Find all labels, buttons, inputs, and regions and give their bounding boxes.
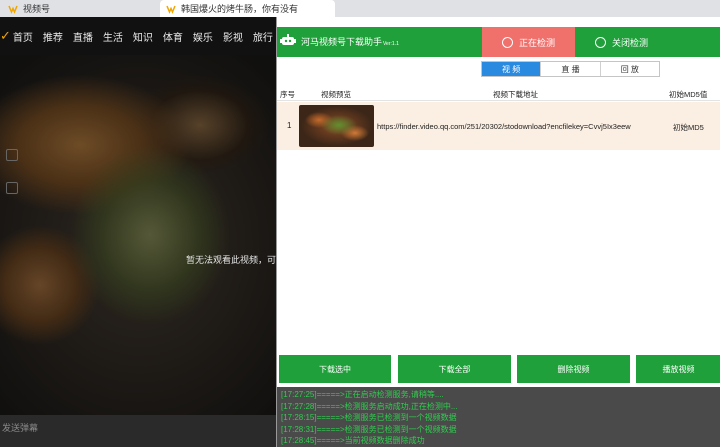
content-tabs: 视 频 直 播 回 放 [481,61,660,77]
browser-tab-strip: 视频号 韩国爆火的烤牛肠，你有没有 [0,0,720,17]
stop-icon [595,36,606,48]
video-thumbnail[interactable] [299,105,374,147]
col-index: 序号 [280,90,295,99]
log-line: [17:27:25]=====>正在启动检测服务,请稍等.... [281,390,444,399]
tab-live[interactable]: 直 播 [541,62,601,76]
nav-item-sports[interactable]: 体育 [163,29,183,44]
tab-replay[interactable]: 回 放 [600,62,659,76]
nav-item-knowledge[interactable]: 知识 [133,29,153,44]
delete-video-button[interactable]: 删除视频 [517,355,630,383]
download-selected-button[interactable]: 下载选中 [279,355,391,383]
screen: 视频号 韩国爆火的烤牛肠，你有没有 ✓ 首页 推荐 直播 生活 知识 体育 娱乐… [0,0,720,447]
browser-tab-active[interactable]: 韩国爆火的烤牛肠，你有没有 [160,0,335,17]
site-logo-icon: ✓ [0,28,11,43]
action-bar: 下载选中 下载全部 删除视频 播放视频 [277,355,720,383]
table-header: 序号 视频预览 视频下载地址 初始MD5值 [277,85,720,101]
nav-item-travel[interactable]: 旅行 [253,29,273,44]
nav-item-movies[interactable]: 影视 [223,29,243,44]
tab-video[interactable]: 视 频 [482,62,542,76]
fullscreen-icon[interactable] [6,182,18,194]
video-site: ✓ 首页 推荐 直播 生活 知识 体育 娱乐 影视 旅行 暂无法观看此视频，可 … [0,17,276,447]
danmaku-input[interactable]: 发送弹幕 [0,415,276,447]
share-icon[interactable] [6,149,18,161]
wechat-channels-icon [8,5,18,14]
play-video-button[interactable]: 播放视频 [636,355,720,383]
log-line: [17:28:31]=====>检测服务已检测到一个视频数据 [281,424,457,434]
col-md5: 初始MD5值 [669,90,708,99]
row-md5: 初始MD5 [673,123,704,132]
stop-detection-button[interactable]: 关闭检测 [575,27,720,57]
nav-item-life[interactable]: 生活 [103,29,123,44]
nav-item-live[interactable]: 直播 [73,29,93,44]
video-unavailable-message: 暂无法观看此视频，可 [186,255,276,265]
nav-item-home[interactable]: 首页 [13,29,33,44]
tool-header: 河马视频号下载助手 Ver:1.1 正在检测 关闭检测 [277,27,720,57]
tab-title: 韩国爆火的烤牛肠，你有没有 [181,4,299,14]
detecting-button[interactable]: 正在检测 [482,27,575,57]
tab-title: 视频号 [23,4,51,14]
detect-icon [501,36,513,48]
row-index: 1 [287,121,292,130]
table-row[interactable]: 1 https://finder.video.qq.com/251/20302/… [277,102,720,150]
row-url: https://finder.video.qq.com/251/20302/st… [377,122,631,131]
col-url: 视频下载地址 [493,90,538,99]
downloader-window: 河马视频号下载助手 Ver:1.1 正在检测 关闭检测 视 频 直 播 回 放 … [276,17,720,447]
nav-item-recommend[interactable]: 推荐 [43,29,63,44]
nav-item-entertainment[interactable]: 娱乐 [193,29,213,44]
robot-icon [280,34,296,45]
tool-title: 河马视频号下载助手 [301,37,383,47]
site-nav: ✓ 首页 推荐 直播 生活 知识 体育 娱乐 影视 旅行 [0,17,276,55]
browser-tab[interactable]: 视频号 [0,0,160,17]
tool-version: Ver:1.1 [383,41,399,47]
download-all-button[interactable]: 下载全部 [398,355,511,383]
col-preview: 视频预览 [321,90,351,99]
log-line: [17:27:28]=====>检测服务启动成功,正在检测中... [281,401,458,411]
log-line: [17:28:15]=====>检测服务已检测到一个视频数据 [281,413,457,422]
log-line: [17:28:45]=====>当前视频数据删除成功 [281,436,425,445]
wechat-channels-icon [166,5,176,14]
log-pane[interactable]: [17:27:25]=====>正在启动检测服务,请稍等.... [17:27:… [277,387,720,447]
